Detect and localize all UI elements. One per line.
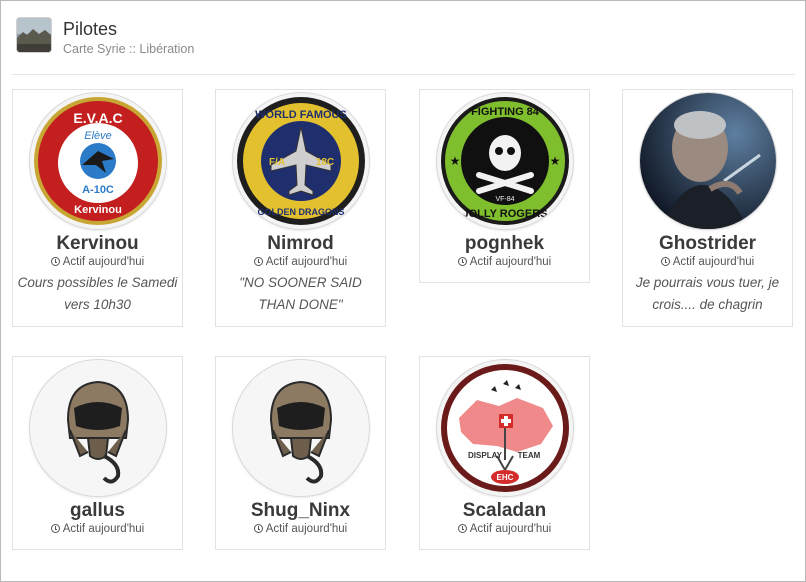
clock-icon	[253, 524, 263, 533]
pilot-quote: Cours possibles le Samedi vers 10h30	[17, 275, 178, 312]
patch-text-ehc: EHC	[497, 473, 514, 482]
activity-status: Actif aujourd'hui	[13, 256, 182, 268]
badge-text-model: A-10C	[82, 184, 114, 196]
clock-icon	[457, 524, 467, 533]
status-text: Actif aujourd'hui	[265, 523, 348, 535]
status-text: Actif aujourd'hui	[62, 523, 145, 535]
activity-status: Actif aujourd'hui	[216, 523, 385, 535]
jolly-rogers-patch-avatar[interactable]: FIGHTING 84 JOLLY ROGERS VF-84 ★ ★	[437, 93, 573, 229]
pilot-name[interactable]: Scaladan	[420, 500, 589, 522]
pilot-quote: "NO SOONER SAID THAN DONE"	[239, 275, 362, 312]
activity-status: Actif aujourd'hui	[623, 256, 792, 268]
status-text: Actif aujourd'hui	[672, 256, 755, 268]
pilot-name[interactable]: Shug_Ninx	[216, 500, 385, 522]
page-header: Pilotes Carte Syrie :: Libération	[17, 18, 194, 56]
badge-text-evac: E.V.A.C	[73, 110, 122, 126]
pilot-name[interactable]: Ghostrider	[623, 233, 792, 255]
activity-status: Actif aujourd'hui	[420, 523, 589, 535]
page-frame: Pilotes Carte Syrie :: Libération E.V.A.…	[0, 0, 806, 582]
clock-icon	[50, 524, 60, 533]
clock-icon	[253, 257, 263, 266]
golden-dragons-patch-avatar[interactable]: WORLD FAMOUS GOLDEN DRAGONS F/A 18C	[233, 93, 369, 229]
pilot-helmet-icon[interactable]	[233, 360, 369, 496]
patch-text-team: TEAM	[518, 451, 541, 460]
pilot-name[interactable]: Kervinou	[13, 233, 182, 255]
clock-icon	[50, 257, 60, 266]
status-text: Actif aujourd'hui	[62, 256, 145, 268]
portrait-photo-avatar[interactable]	[640, 93, 776, 229]
svg-text:★: ★	[550, 154, 561, 168]
pilot-name[interactable]: pognhek	[420, 233, 589, 255]
patch-text-bottom: GOLDEN DRAGONS	[257, 207, 344, 217]
patch-text-squadron: VF-84	[495, 196, 514, 203]
pilot-card: Shug_Ninx Actif aujourd'hui	[215, 356, 386, 550]
patch-text-right: 18C	[316, 157, 334, 168]
pilot-card: WORLD FAMOUS GOLDEN DRAGONS F/A 18C Nimr…	[215, 89, 386, 327]
pilot-name[interactable]: gallus	[13, 500, 182, 522]
pilot-card: FIGHTING 84 JOLLY ROGERS VF-84 ★ ★ pognh…	[419, 89, 590, 283]
pilot-card: gallus Actif aujourd'hui	[12, 356, 183, 550]
pilot-name[interactable]: Nimrod	[216, 233, 385, 255]
patch-text-top: FIGHTING 84	[471, 106, 540, 118]
patch-text-top: WORLD FAMOUS	[255, 109, 347, 121]
badge-text-name: Kervinou	[74, 204, 122, 216]
activity-status: Actif aujourd'hui	[420, 256, 589, 268]
clock-icon	[457, 257, 467, 266]
patch-text-left: F/A	[269, 157, 285, 168]
status-text: Actif aujourd'hui	[265, 256, 348, 268]
badge-text-eleve: Elève	[84, 130, 112, 142]
status-text: Actif aujourd'hui	[469, 523, 552, 535]
display-team-patch-avatar[interactable]: DISPLAY TEAM EHC	[437, 360, 573, 496]
pilot-card: DISPLAY TEAM EHC Scaladan Actif aujourd'…	[419, 356, 590, 550]
svg-text:★: ★	[450, 154, 461, 168]
status-text: Actif aujourd'hui	[469, 256, 552, 268]
page-title: Pilotes	[63, 19, 118, 39]
eva-c-badge-avatar[interactable]: E.V.A.C Elève A-10C Kervinou	[30, 93, 166, 229]
pilot-quote: Je pourrais vous tuer, je crois.... de c…	[635, 275, 780, 312]
clock-icon	[660, 257, 670, 266]
header-divider	[12, 74, 795, 75]
activity-status: Actif aujourd'hui	[216, 256, 385, 268]
pilot-helmet-icon[interactable]	[30, 360, 166, 496]
pilot-card: Ghostrider Actif aujourd'hui Je pourrais…	[622, 89, 793, 327]
activity-status: Actif aujourd'hui	[13, 523, 182, 535]
pilot-card: E.V.A.C Elève A-10C Kervinou Kervinou Ac…	[12, 89, 183, 327]
patch-text-bottom: JOLLY ROGERS	[463, 208, 548, 220]
breadcrumb[interactable]: Carte Syrie :: Libération	[63, 42, 194, 56]
patch-text-display: DISPLAY	[468, 451, 503, 460]
landscape-thumbnail-icon	[17, 18, 51, 52]
